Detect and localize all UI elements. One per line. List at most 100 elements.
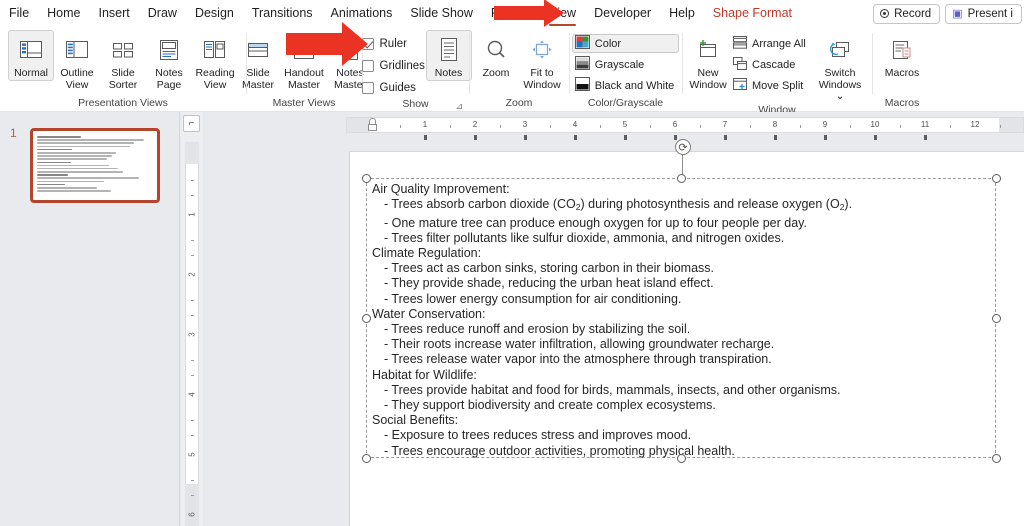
new-window-label: New Window xyxy=(689,67,727,91)
present-in-teams-button[interactable]: ▣ Present i xyxy=(945,3,1022,24)
slide-bullet: - Trees reduce runoff and erosion by sta… xyxy=(384,321,691,336)
show-group-label: Show ⊿ xyxy=(402,98,463,112)
arrange-all-button[interactable]: Arrange All xyxy=(730,34,812,53)
record-button-label: Record xyxy=(894,7,932,20)
arrow-to-view-tab xyxy=(494,0,572,30)
notes-page-button[interactable]: Notes Page xyxy=(146,30,192,92)
checkbox-guides[interactable]: Guides xyxy=(360,78,422,98)
resize-handle-middle-left[interactable] xyxy=(361,313,371,323)
tab-draw[interactable]: Draw xyxy=(139,2,186,26)
tab-stop-marker[interactable] xyxy=(924,135,927,140)
cascade-label: Cascade xyxy=(752,58,796,71)
tab-file[interactable]: File xyxy=(0,2,38,26)
new-window-button[interactable]: New Window xyxy=(686,30,730,92)
resize-handle-top-center[interactable] xyxy=(676,173,686,183)
horizontal-ruler-number: 10 xyxy=(870,120,880,129)
notes-button[interactable]: Notes xyxy=(425,30,472,81)
reading-view-button[interactable]: Reading View xyxy=(192,30,238,92)
slide-master-button[interactable]: Slide Master xyxy=(235,30,281,92)
horizontal-ruler-number: 1 xyxy=(422,120,428,129)
slide-text-body[interactable]: Air Quality Improvement: - Trees absorb … xyxy=(372,182,997,459)
outline-view-label: Outline View xyxy=(60,67,94,91)
tab-help[interactable]: Help xyxy=(660,2,704,26)
horizontal-ruler-number: 9 xyxy=(822,120,828,129)
tab-stop-marker[interactable] xyxy=(524,135,527,140)
tab-stop-marker[interactable] xyxy=(774,135,777,140)
tab-stop-marker[interactable] xyxy=(474,135,477,140)
slide-sorter-button[interactable]: Slide Sorter xyxy=(100,30,146,92)
slide-heading: Air Quality Improvement: xyxy=(372,182,997,197)
vertical-ruler[interactable]: 1 2 3 4 5 6 xyxy=(181,112,203,526)
horizontal-ruler-offslide-right xyxy=(999,118,1023,132)
vertical-ruler-tick xyxy=(190,315,194,316)
color-option-label: Color xyxy=(594,37,622,50)
top-right-actions: Record ▣ Present i xyxy=(873,3,1024,24)
resize-handle-middle-right[interactable] xyxy=(991,313,1001,323)
rotation-handle[interactable]: ⟳ xyxy=(675,139,691,155)
outline-view-icon xyxy=(64,34,90,66)
color-option[interactable]: Color xyxy=(571,34,680,53)
cascade-icon xyxy=(733,56,747,73)
checkbox-gridlines[interactable]: Gridlines xyxy=(360,56,425,76)
switch-windows-label: Switch Windows ⌄ xyxy=(818,67,862,102)
resize-handle-bottom-left[interactable] xyxy=(361,453,371,463)
vertical-ruler-tick xyxy=(190,495,194,496)
handout-master-label: Handout Master xyxy=(284,67,324,91)
show-dialog-launcher[interactable]: ⊿ xyxy=(455,100,463,112)
tab-stop-left-icon[interactable]: ⌐ xyxy=(183,115,200,132)
cascade-button[interactable]: Cascade xyxy=(730,55,812,74)
vertical-ruler-tick xyxy=(190,195,194,196)
left-indent-handle[interactable] xyxy=(368,124,377,131)
thumb-line xyxy=(37,155,113,157)
tab-design[interactable]: Design xyxy=(186,2,243,26)
tab-insert[interactable]: Insert xyxy=(90,2,139,26)
resize-handle-bottom-center[interactable] xyxy=(676,453,686,463)
tab-shape-format[interactable]: Shape Format xyxy=(704,2,801,26)
tab-stop-marker[interactable] xyxy=(674,135,677,140)
switch-windows-button[interactable]: Switch Windows ⌄ xyxy=(812,30,868,104)
zoom-buttons: Zoom Fit to Window xyxy=(473,30,565,97)
horizontal-ruler[interactable]: 1 2 3 4 5 6 7 8 9 10 11 12 xyxy=(346,117,1024,133)
resize-handle-top-left[interactable] xyxy=(361,173,371,183)
thumb-line xyxy=(37,139,144,141)
notes-page-label: Notes Page xyxy=(155,67,183,91)
zoom-button[interactable]: Zoom xyxy=(473,30,519,81)
slide-thumbnail-1[interactable] xyxy=(30,128,160,203)
indent-marker[interactable] xyxy=(368,118,377,131)
macros-group-label: Macros xyxy=(884,97,920,109)
black-and-white-option-label: Black and White xyxy=(594,79,675,92)
slide-thumbnail-pane[interactable]: 1 xyxy=(0,112,180,526)
tab-stop-marker[interactable] xyxy=(724,135,727,140)
horizontal-ruler-tick xyxy=(550,125,551,128)
outline-view-button[interactable]: Outline View xyxy=(54,30,100,92)
tab-stop-marker[interactable] xyxy=(424,135,427,140)
macros-button[interactable]: Macros xyxy=(879,30,925,81)
slide-number-label: 1 xyxy=(10,126,17,140)
checkbox-ruler[interactable]: Ruler xyxy=(360,34,422,54)
tab-home[interactable]: Home xyxy=(38,2,89,26)
tab-stop-marker[interactable] xyxy=(624,135,627,140)
fit-to-window-button[interactable]: Fit to Window xyxy=(519,30,565,92)
normal-view-button[interactable]: Normal xyxy=(8,30,54,81)
checkbox-unchecked-icon[interactable] xyxy=(361,82,374,94)
thumb-line xyxy=(37,142,135,144)
color-grayscale-list: Color Grayscale Black and White xyxy=(571,30,680,97)
vertical-ruler-number: 4 xyxy=(187,392,197,397)
resize-handle-top-right[interactable] xyxy=(991,173,1001,183)
grayscale-option-label: Grayscale xyxy=(594,58,645,71)
move-split-button[interactable]: Move Split xyxy=(730,76,812,95)
tab-stop-marker[interactable] xyxy=(874,135,877,140)
slide-master-label: Slide Master xyxy=(241,67,275,91)
thumb-line xyxy=(37,177,140,180)
black-and-white-option[interactable]: Black and White xyxy=(572,76,679,95)
tab-stop-marker[interactable] xyxy=(574,135,577,140)
tab-stop-marker[interactable] xyxy=(824,135,827,140)
resize-handle-bottom-right[interactable] xyxy=(991,453,1001,463)
grayscale-option[interactable]: Grayscale xyxy=(572,55,679,74)
arrow-shaft xyxy=(286,33,344,55)
vertical-ruler-tick xyxy=(190,435,194,436)
record-button[interactable]: Record xyxy=(873,3,941,24)
thumb-line xyxy=(37,151,116,154)
tab-slide-show[interactable]: Slide Show xyxy=(401,2,482,26)
tab-developer[interactable]: Developer xyxy=(585,2,660,26)
